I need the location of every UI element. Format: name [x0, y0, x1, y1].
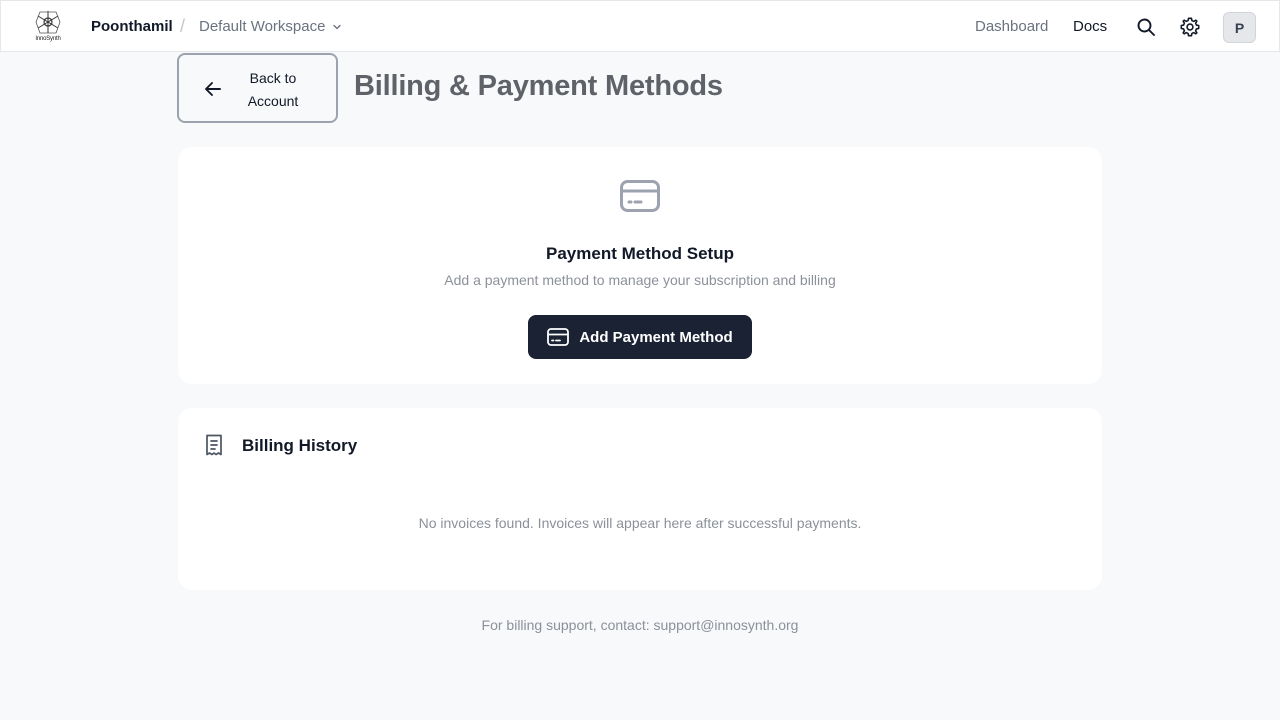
workspace-selector[interactable]: Default Workspace — [199, 18, 343, 35]
settings-button[interactable] — [1179, 16, 1201, 38]
nav-dashboard-link[interactable]: Dashboard — [975, 18, 1048, 35]
gear-icon — [1180, 17, 1200, 37]
credit-card-icon — [547, 328, 570, 346]
arrow-left-icon — [205, 82, 221, 96]
add-payment-method-label: Add Payment Method — [579, 328, 733, 346]
search-button[interactable] — [1135, 16, 1157, 38]
add-payment-method-button[interactable]: Add Payment Method — [528, 315, 752, 359]
billing-history-empty-message: No invoices found. Invoices will appear … — [418, 515, 862, 531]
back-to-account-button[interactable]: Back to Account — [177, 53, 338, 123]
credit-card-icon — [620, 180, 660, 212]
billing-history-title: Billing History — [242, 436, 358, 455]
search-icon — [1137, 18, 1155, 36]
app-logo[interactable]: InnoSynth — [31, 9, 65, 45]
payment-setup-title: Payment Method Setup — [546, 244, 734, 263]
page-title: Billing & Payment Methods — [354, 70, 723, 102]
chevron-down-icon — [333, 24, 342, 29]
breadcrumb-separator: / — [180, 16, 186, 36]
nav-docs-link[interactable]: Docs — [1073, 18, 1107, 35]
billing-support-footer: For billing support, contact: support@in… — [481, 617, 799, 633]
workspace-label: Default Workspace — [199, 18, 326, 35]
logo-text: InnoSynth — [35, 36, 61, 42]
payment-setup-subtitle: Add a payment method to manage your subs… — [444, 272, 836, 288]
receipt-icon — [204, 434, 224, 461]
top-navbar: InnoSynth Poonthamil / Default Workspace… — [0, 0, 1280, 52]
back-button-label: Back to Account — [247, 70, 299, 109]
user-avatar[interactable]: P — [1223, 12, 1256, 43]
logo-icon — [35, 11, 61, 34]
brand-name[interactable]: Poonthamil — [91, 18, 173, 35]
